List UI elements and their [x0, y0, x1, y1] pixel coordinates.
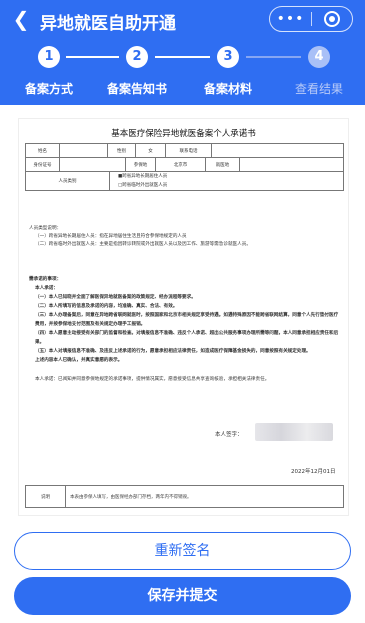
signer-label: 本人签字：: [215, 432, 243, 438]
commitment-intro: 本人承诺：: [35, 286, 58, 291]
phone-label: 联系电话: [165, 143, 212, 158]
document-title: 基本医疗保险异地就医备案个人承诺书: [111, 129, 256, 139]
note-text: 本表由参保人填写，由医保经办部门存档，两年内不得销毁。: [65, 485, 344, 508]
step-label: 备案告知书: [106, 82, 167, 96]
gender-label: 性别: [107, 143, 136, 158]
instruction-line: 人员类型说明：: [29, 226, 62, 231]
step-number: 3: [217, 46, 239, 68]
insured-place-label: 参保地: [125, 157, 156, 172]
id-label: 身份证号: [25, 157, 60, 172]
person-type-options: ■跨省异地长期居住人员 □跨省临时外出就医人员: [109, 171, 344, 191]
nav-bar: ❮ 异地就医自助开通 •••: [0, 0, 365, 40]
name-value: [59, 143, 108, 158]
gender-value: 女: [135, 143, 166, 158]
type-table: 人员类别 ■跨省异地长期居住人员 □跨省临时外出就医人员: [25, 171, 344, 191]
step-1: 1 备案方式: [4, 46, 94, 97]
signature-image: [255, 423, 333, 441]
note-label: 说明: [25, 485, 66, 508]
instruction-line: （二）跨省临时外出就医人员：主要是指因转诊转院或外出就医人员以及因工作、旅游等需…: [35, 242, 251, 247]
residence-value: [239, 157, 344, 172]
step-number: 1: [38, 46, 60, 68]
final-statement: 本人承诺：已阅知并同意参保地规定的承诺事项，提供情况属实，愿意接受信息共享查询核…: [35, 377, 270, 382]
ellipsis-icon[interactable]: •••: [270, 11, 311, 27]
header-bar: ❮ 异地就医自助开通 ••• 1 备案方式 2 备案告知书 3 备案材料 4 查…: [0, 0, 365, 105]
mini-program-capsule: •••: [269, 6, 353, 32]
save-submit-button[interactable]: 保存并提交: [14, 577, 351, 615]
commitment-item: （四）本人愿意主动接受有关部门的监督和检查。对填报信息不准确、违反个人承诺、超出…: [35, 331, 339, 345]
type-option: ■跨省异地长期居住人员: [118, 174, 168, 179]
instruction-line: （一）跨省异地长期居住人员：指在异地居住生活且符合参保地规定的人员: [35, 234, 187, 239]
commitment-heading: 需承诺的事项：: [29, 277, 62, 282]
commitment-item: （五）本人对填报信息不准确、及违反上述承诺的行为，愿意承担相应法律责任，如造成医…: [35, 349, 311, 354]
name-label: 姓名: [25, 143, 60, 158]
insured-place-value: 北京市: [155, 157, 206, 172]
sign-date: 2022年12月01日: [291, 469, 336, 475]
progress-steps: 1 备案方式 2 备案告知书 3 备案材料 4 查看结果: [0, 46, 365, 102]
commitment-section: 需承诺的事项： 本人承诺： （一）本人已知晓并全面了解医保异地就医备案的政策规定…: [29, 275, 341, 384]
step-label: 备案方式: [24, 82, 73, 96]
commitment-item: （三）本人办理备案后，同意在异地跨省联网就医时，按照国家和北京市相关规定享受待遇…: [35, 313, 339, 327]
commitment-item: （一）本人已知晓并全面了解医保异地就医备案的政策规定、经办流程等要求。: [35, 295, 196, 300]
phone-value: [211, 143, 344, 158]
type-option: □跨省临时外出就医人员: [118, 183, 168, 188]
commitment-document: 基本医疗保险异地就医备案个人承诺书 姓名 性别 女 联系电话 身份证号 参保地 …: [18, 118, 349, 516]
step-number: 2: [126, 46, 148, 68]
step-label: 查看结果: [294, 82, 343, 96]
note-table: 说明 本表由参保人填写，由医保经办部门存档，两年内不得销毁。: [25, 485, 344, 508]
resign-button[interactable]: 重新签名: [14, 532, 351, 570]
step-label: 备案材料: [203, 82, 252, 96]
target-icon[interactable]: [312, 10, 352, 28]
step-3: 3 备案材料: [183, 46, 273, 97]
id-value: [59, 157, 126, 172]
commitment-item: 上述内容本人已确认，并真实意愿的表示。: [35, 358, 123, 363]
step-number: 4: [308, 46, 330, 68]
page-title: 异地就医自助开通: [40, 14, 176, 34]
residence-label: 就医地: [205, 157, 240, 172]
info-table-2: 身份证号 参保地 北京市 就医地: [25, 157, 344, 172]
step-2: 2 备案告知书: [92, 46, 182, 97]
commitment-item: （二）本人所填写的信息及承诺的内容，均准确、真实、合法、有效。: [35, 304, 178, 309]
back-icon[interactable]: ❮: [10, 8, 32, 30]
step-4: 4 查看结果: [274, 46, 364, 97]
type-instructions: 人员类型说明： （一）跨省异地长期居住人员：指在异地居住生活且符合参保地规定的人…: [29, 225, 344, 249]
info-table: 姓名 性别 女 联系电话: [25, 143, 344, 158]
person-type-label: 人员类别: [25, 171, 110, 191]
